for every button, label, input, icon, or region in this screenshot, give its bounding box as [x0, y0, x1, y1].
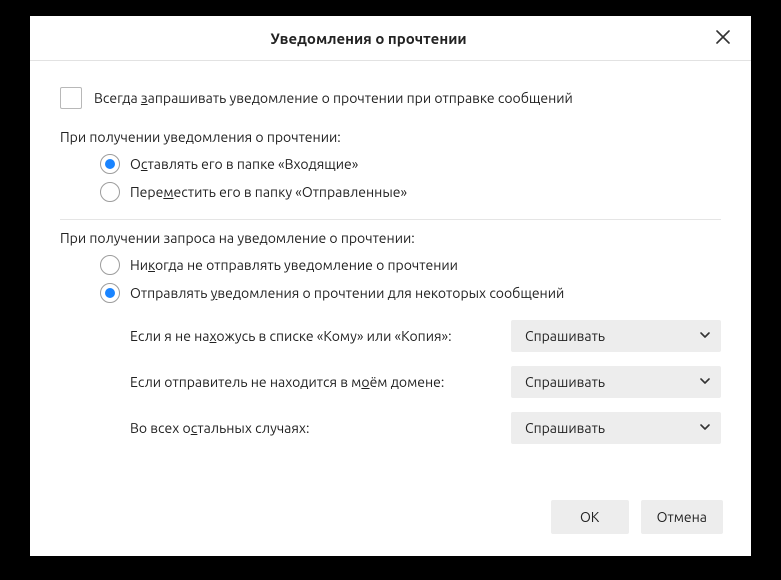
close-icon: [716, 30, 730, 47]
send-some-row[interactable]: Отправлять уведомления о прочтении для н…: [60, 280, 721, 306]
move-to-sent-row[interactable]: Переместить его в папку «Отправленные»: [60, 179, 721, 205]
chevron-down-icon: [699, 420, 711, 436]
never-send-row[interactable]: Никогда не отправлять уведомление о проч…: [60, 252, 721, 278]
always-request-checkbox[interactable]: [60, 87, 82, 109]
chevron-down-icon: [699, 328, 711, 344]
dialog-title: Уведомления о прочтении: [30, 30, 707, 47]
leave-in-inbox-label: Оставлять его в папке «Входящие»: [130, 156, 358, 172]
ok-button[interactable]: OK: [551, 500, 629, 534]
close-button[interactable]: [707, 22, 739, 54]
leave-in-inbox-row[interactable]: Оставлять его в папке «Входящие»: [60, 151, 721, 177]
leave-in-inbox-radio[interactable]: [100, 154, 120, 174]
all-other-cases-label: Во всех остальных случаях:: [130, 420, 511, 436]
on-receipt-request-heading: При получении запроса на уведомление о п…: [60, 230, 721, 246]
never-send-label: Никогда не отправлять уведомление о проч…: [130, 257, 458, 273]
dialog-footer: OK Отмена: [30, 482, 751, 556]
move-to-sent-radio[interactable]: [100, 182, 120, 202]
chevron-down-icon: [699, 374, 711, 390]
ok-button-label: OK: [580, 509, 599, 525]
never-send-radio[interactable]: [100, 255, 120, 275]
section-divider: [60, 219, 721, 220]
conditional-options-grid: Если я не нахожусь в списке «Кому» или «…: [60, 320, 721, 444]
if-not-in-to-cc-label: Если я не нахожусь в списке «Кому» или «…: [130, 328, 511, 344]
always-request-row[interactable]: Всегда запрашивать уведомление о прочтен…: [60, 85, 721, 111]
if-sender-not-in-domain-value: Спрашивать: [525, 374, 605, 390]
if-sender-not-in-domain-dropdown[interactable]: Спрашивать: [511, 366, 721, 398]
all-other-cases-value: Спрашивать: [525, 420, 605, 436]
on-receipt-notification-heading: При получении уведомления о прочтении:: [60, 129, 721, 145]
move-to-sent-label: Переместить его в папку «Отправленные»: [130, 184, 407, 200]
all-other-cases-dropdown[interactable]: Спрашивать: [511, 412, 721, 444]
read-receipts-dialog: Уведомления о прочтении Всегда запрашива…: [30, 16, 751, 556]
cancel-button[interactable]: Отмена: [641, 500, 723, 534]
if-sender-not-in-domain-label: Если отправитель не находится в моём дом…: [130, 374, 511, 390]
titlebar: Уведомления о прочтении: [30, 16, 751, 61]
cancel-button-label: Отмена: [657, 509, 707, 525]
dialog-content: Всегда запрашивать уведомление о прочтен…: [30, 61, 751, 482]
send-some-radio[interactable]: [100, 283, 120, 303]
if-not-in-to-cc-dropdown[interactable]: Спрашивать: [511, 320, 721, 352]
send-some-label: Отправлять уведомления о прочтении для н…: [130, 285, 564, 301]
always-request-label: Всегда запрашивать уведомление о прочтен…: [94, 90, 573, 106]
if-not-in-to-cc-value: Спрашивать: [525, 328, 605, 344]
